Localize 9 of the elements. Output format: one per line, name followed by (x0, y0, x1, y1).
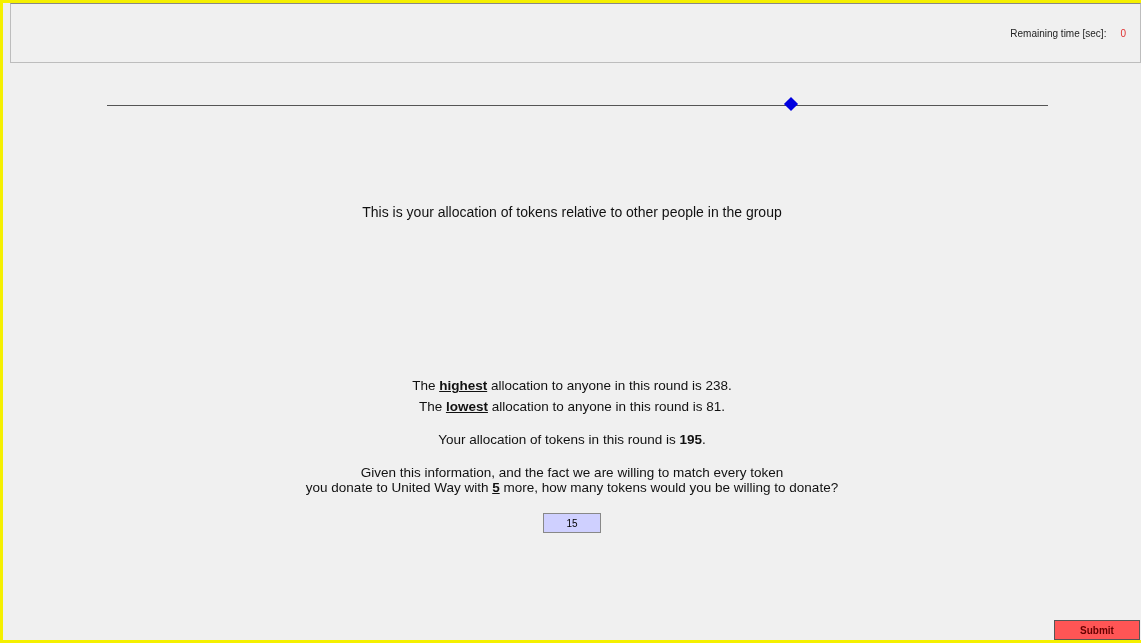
info-text: Your allocation of tokens in this round is 195. (438, 432, 706, 447)
submit-button[interactable]: Submit (1054, 620, 1140, 640)
answer-field[interactable]: 15 (543, 513, 601, 533)
info-text: The lowest allocation to anyone in this round is 81. (418, 399, 726, 414)
timer-label: Remaining time [sec]: (1010, 27, 1107, 39)
info-text: The highest allocation to anyone in this round is 238. (412, 378, 732, 393)
caption-text: This is your allocation of tokens relative to other people in the group (361, 204, 783, 220)
info-text: Given this information, and the fact we are willing to match every token you donate to United Way with 5 more, how many tokens would you be willing to donate? (305, 465, 839, 495)
timer-value: 0 (1120, 27, 1126, 39)
